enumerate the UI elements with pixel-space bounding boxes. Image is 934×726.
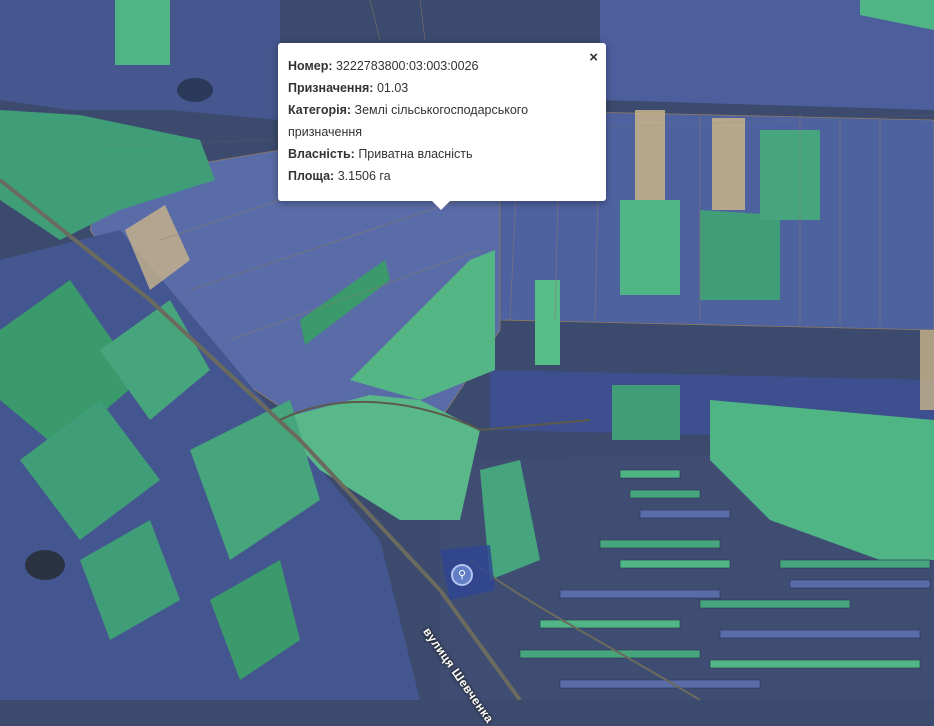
field-label: Призначення: <box>288 81 374 95</box>
parcel-number: 3222783800:03:003:0026 <box>335 59 479 73</box>
close-icon[interactable]: × <box>589 50 598 65</box>
category-row: Категорія: Землі сільськогосподарського … <box>288 99 578 143</box>
popup-tip <box>432 201 450 210</box>
purpose-value: 01.03 <box>376 81 409 95</box>
field-label: Номер: <box>288 59 333 73</box>
field-label: Категорія: <box>288 103 352 117</box>
parcel-number-row: Номер: 3222783800:03:003:0026 <box>288 55 578 77</box>
field-label: Площа: <box>288 169 335 183</box>
purpose-row: Призначення: 01.03 <box>288 77 578 99</box>
parcel-info-popup: × Номер: 3222783800:03:003:0026 Призначе… <box>278 43 606 210</box>
area-value: 3.1506 га <box>337 169 391 183</box>
area-row: Площа: 3.1506 га <box>288 165 578 187</box>
field-label: Власність: <box>288 147 355 161</box>
ownership-row: Власність: Приватна власність <box>288 143 578 165</box>
person-pin-icon[interactable]: ⚲ <box>451 564 473 586</box>
ownership-value: Приватна власність <box>358 147 473 161</box>
